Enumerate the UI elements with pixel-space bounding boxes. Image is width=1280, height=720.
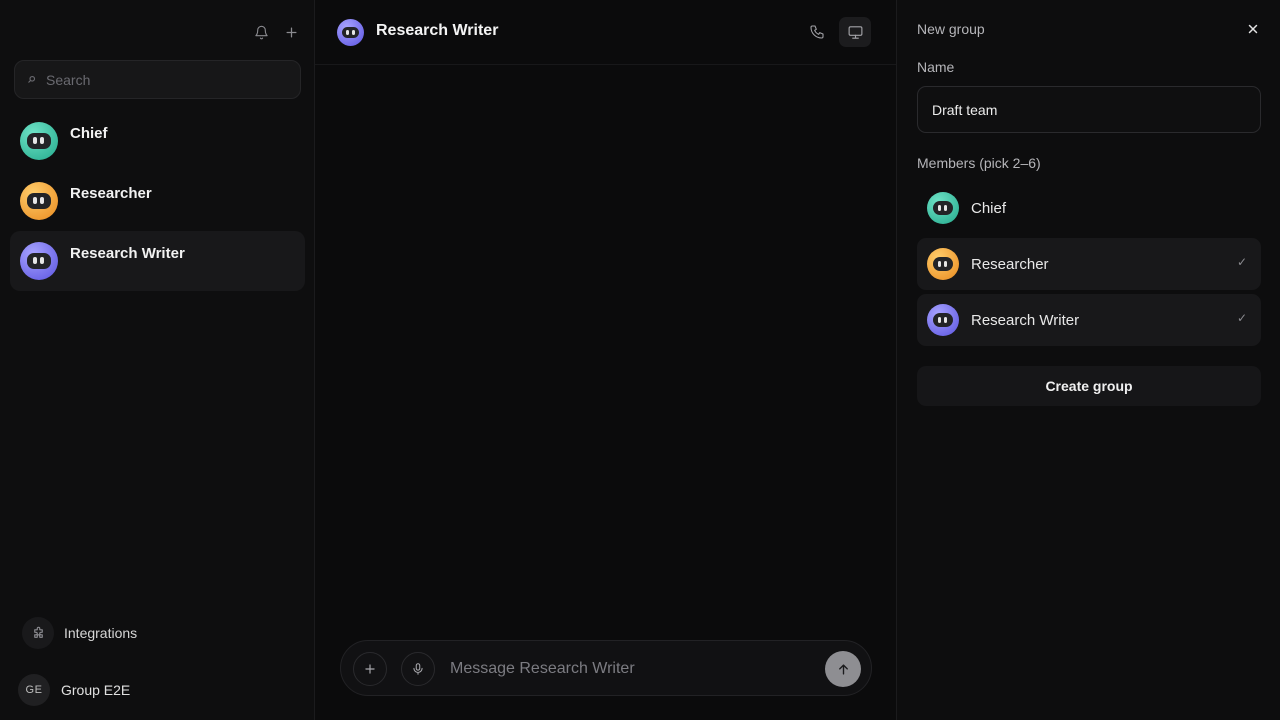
create-group-button[interactable]: Create group [917, 366, 1261, 406]
agent-item-chief[interactable]: Chief [10, 111, 305, 171]
arrow-up-icon [836, 662, 851, 677]
sidebar: Chief Researcher Research Writer Integra… [0, 0, 315, 720]
member-option-researcher[interactable]: Researcher ✓ [917, 238, 1261, 290]
search-icon [27, 75, 36, 84]
puzzle-icon [22, 617, 54, 649]
member-name: Research Writer [971, 312, 1080, 329]
attach-button[interactable] [353, 652, 387, 686]
agent-list: Chief Researcher Research Writer [10, 111, 305, 291]
search-input[interactable] [46, 71, 276, 88]
bot-avatar-icon [927, 304, 959, 336]
group-name-input[interactable] [917, 86, 1261, 133]
phone-call-button[interactable] [801, 17, 833, 47]
bot-avatar-icon [20, 242, 58, 280]
name-label: Name [917, 59, 955, 75]
check-icon: ✓ [1236, 311, 1247, 325]
microphone-icon [411, 662, 425, 676]
bot-avatar-icon [20, 182, 58, 220]
phone-icon [809, 24, 825, 40]
new-group-panel: New group Name Members (pick 2–6) Chief … [897, 0, 1280, 720]
sidebar-top-bar [0, 0, 314, 60]
close-panel-button[interactable] [1243, 19, 1263, 39]
panel-title: New group [917, 21, 985, 37]
member-option-chief[interactable]: Chief [917, 182, 1261, 234]
plus-icon[interactable] [281, 22, 301, 42]
agent-name: Chief [70, 125, 108, 142]
chat-header: Research Writer [315, 0, 896, 65]
agent-name: Researcher [70, 185, 152, 202]
integrations-link[interactable]: Integrations [22, 617, 137, 649]
voice-input-button[interactable] [401, 652, 435, 686]
monitor-icon [847, 24, 864, 41]
app-root: Chief Researcher Research Writer Integra… [0, 0, 1280, 720]
send-button[interactable] [825, 651, 861, 687]
agent-item-research-writer[interactable]: Research Writer [10, 231, 305, 291]
members-label: Members (pick 2–6) [917, 155, 1041, 171]
bot-avatar-icon [20, 122, 58, 160]
user-avatar: GE [18, 674, 50, 706]
check-icon: ✓ [1236, 255, 1247, 269]
bot-avatar-icon [927, 248, 959, 280]
close-icon [1247, 23, 1259, 35]
message-input[interactable] [450, 658, 810, 680]
user-name: Group E2E [61, 682, 131, 698]
message-composer [340, 640, 872, 696]
member-option-research-writer[interactable]: Research Writer ✓ [917, 294, 1261, 346]
bot-avatar-icon [337, 19, 364, 46]
agent-item-researcher[interactable]: Researcher [10, 171, 305, 231]
plus-icon [363, 662, 377, 676]
screen-share-button[interactable] [839, 17, 871, 47]
member-name: Researcher [971, 256, 1049, 273]
member-name: Chief [971, 200, 1007, 217]
bell-icon[interactable] [251, 22, 271, 42]
agent-name: Research Writer [70, 245, 185, 262]
chat-title: Research Writer [376, 22, 499, 39]
search-box[interactable] [14, 60, 301, 99]
integrations-label: Integrations [64, 625, 138, 641]
user-profile[interactable]: GE Group E2E [18, 674, 130, 706]
bot-avatar-icon [927, 192, 959, 224]
chat-pane: Research Writer [315, 0, 897, 720]
